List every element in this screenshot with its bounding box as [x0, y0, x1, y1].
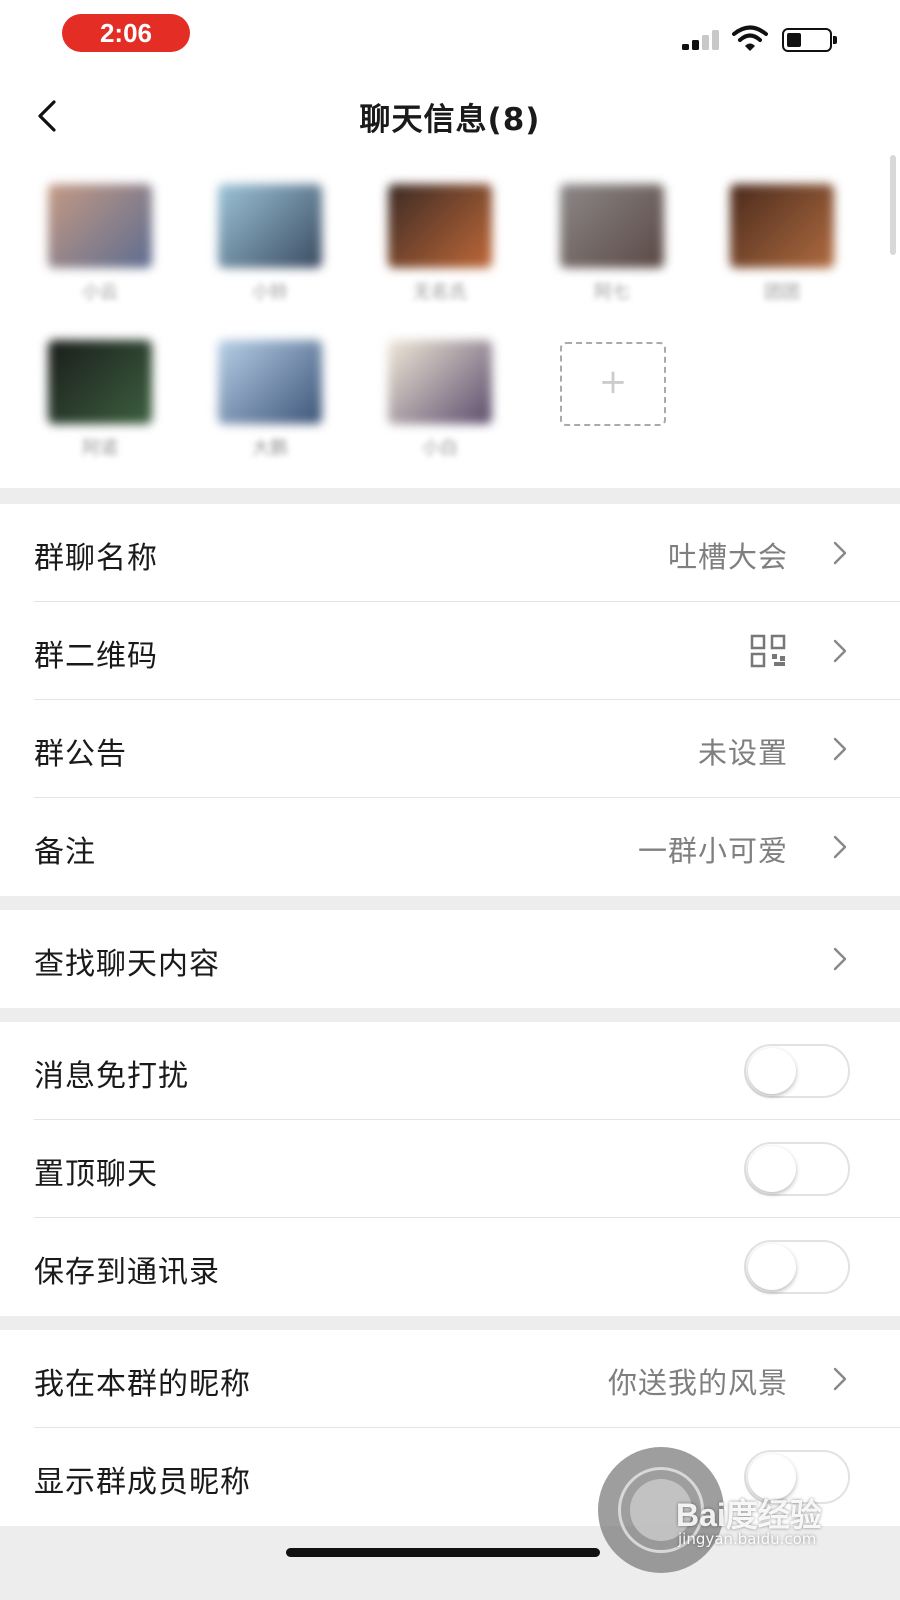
save-to-contacts-row: 保存到通讯录 — [0, 1218, 900, 1316]
group-qr-code-row[interactable]: 群二维码 — [0, 602, 900, 700]
member-name: 大鹏 — [252, 438, 288, 459]
row-label: 显示群成员昵称 — [34, 1465, 251, 1500]
row-value: 一群小可爱 — [637, 834, 788, 868]
chevron-right-icon — [833, 639, 847, 663]
row-label: 查找聊天内容 — [34, 947, 220, 982]
pin-chat-row: 置顶聊天 — [0, 1120, 900, 1218]
section-gap — [0, 896, 900, 910]
row-label: 备注 — [34, 835, 96, 870]
add-member-button[interactable]: + — [560, 342, 666, 426]
chevron-right-icon — [833, 947, 847, 971]
home-indicator[interactable] — [286, 1548, 600, 1557]
member-name: 团团 — [764, 282, 800, 303]
member-tile[interactable]: 团团 — [722, 170, 842, 310]
member-tile[interactable]: 阿七 — [552, 170, 672, 310]
cellular-signal-icon — [682, 30, 722, 50]
status-time: 2:06 — [62, 14, 190, 52]
member-tile[interactable]: 无名氏 — [380, 170, 500, 310]
member-tile[interactable]: 阿诺 — [40, 326, 160, 466]
row-value: 你送我的风景 — [607, 1366, 788, 1400]
row-value: 未设置 — [697, 736, 788, 770]
chevron-right-icon — [833, 541, 847, 565]
status-bar: 2:06 — [0, 0, 900, 72]
member-avatar — [218, 340, 322, 424]
member-avatar — [388, 340, 492, 424]
member-name: 阿诺 — [82, 438, 118, 459]
scrollbar[interactable] — [890, 155, 896, 255]
chevron-right-icon — [833, 835, 847, 859]
mute-notifications-row: 消息免打扰 — [0, 1022, 900, 1120]
battery-icon — [782, 28, 837, 52]
group-remark-row[interactable]: 备注 一群小可爱 — [0, 798, 900, 896]
member-name: 小铃 — [252, 282, 288, 303]
watermark-url: jingyan.baidu.com — [678, 1530, 817, 1548]
row-label: 群二维码 — [34, 639, 158, 674]
member-tile[interactable]: 小白 — [380, 326, 500, 466]
page-title: 聊天信息(8) — [359, 102, 541, 138]
member-avatar — [48, 340, 152, 424]
qr-code-icon — [750, 634, 786, 668]
row-label: 置顶聊天 — [34, 1157, 158, 1192]
member-grid: 小云 小铃 无名氏 阿七 团团 阿诺 大鹏 小白 + — [0, 170, 900, 488]
section-gap — [0, 488, 900, 504]
plus-icon: + — [598, 362, 628, 402]
search-chat-history-row[interactable]: 查找聊天内容 — [0, 910, 900, 1008]
row-label: 消息免打扰 — [34, 1059, 189, 1094]
member-avatar — [730, 184, 834, 268]
member-avatar — [560, 184, 664, 268]
save-to-contacts-toggle[interactable] — [744, 1240, 850, 1294]
member-avatar — [218, 184, 322, 268]
member-name: 无名氏 — [413, 282, 467, 303]
section-gap — [0, 1316, 900, 1330]
member-tile[interactable]: 小云 — [40, 170, 160, 310]
member-tile[interactable]: 大鹏 — [210, 326, 330, 466]
group-announcement-row[interactable]: 群公告 未设置 — [0, 700, 900, 798]
row-label: 我在本群的昵称 — [34, 1367, 251, 1402]
member-name: 小云 — [82, 282, 118, 303]
nav-bar: 聊天信息(8) — [0, 78, 900, 154]
member-name: 阿七 — [594, 282, 630, 303]
row-label: 群公告 — [34, 737, 127, 772]
my-group-nickname-row[interactable]: 我在本群的昵称 你送我的风景 — [0, 1330, 900, 1428]
chevron-right-icon — [833, 737, 847, 761]
group-name-row[interactable]: 群聊名称 吐槽大会 — [0, 504, 900, 602]
member-avatar — [48, 184, 152, 268]
row-label: 群聊名称 — [34, 541, 158, 576]
baidu-watermark: Bai度经验 jingyan.baidu.com — [676, 1490, 846, 1550]
row-value: 吐槽大会 — [667, 540, 788, 574]
chevron-right-icon — [833, 1367, 847, 1391]
section-gap — [0, 1008, 900, 1022]
wifi-icon — [732, 25, 768, 51]
member-name: 小白 — [422, 438, 458, 459]
member-avatar — [388, 184, 492, 268]
mute-notifications-toggle[interactable] — [744, 1044, 850, 1098]
pin-chat-toggle[interactable] — [744, 1142, 850, 1196]
row-label: 保存到通讯录 — [34, 1255, 220, 1290]
member-tile[interactable]: 小铃 — [210, 170, 330, 310]
